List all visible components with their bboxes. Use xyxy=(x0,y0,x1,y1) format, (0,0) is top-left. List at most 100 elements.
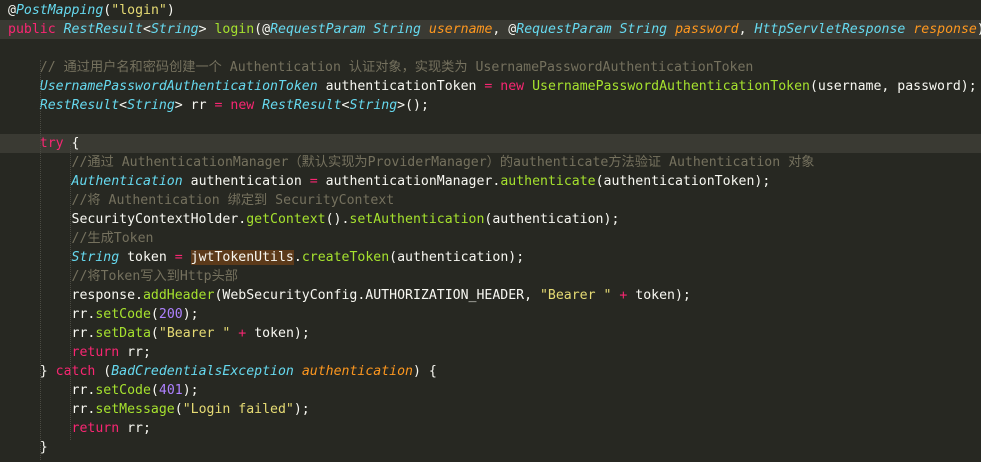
code-token: < xyxy=(119,98,128,113)
code-token: "Bearer " xyxy=(539,288,612,303)
code-token: ); xyxy=(293,402,310,417)
code-line[interactable]: //将Token写入到Http头部 xyxy=(0,267,981,286)
code-token: authentication xyxy=(301,364,413,379)
code-token: 401 xyxy=(158,383,183,398)
code-token: { xyxy=(71,136,80,151)
code-token: ( xyxy=(174,402,183,417)
code-token: ) { xyxy=(977,22,981,37)
code-line[interactable]: return rr; xyxy=(0,419,981,438)
code-token: SecurityContextHolder. xyxy=(8,212,247,227)
code-line[interactable]: rr.setMessage("Login failed"); xyxy=(0,400,981,419)
code-token: = xyxy=(309,174,318,189)
code-token: authenticate xyxy=(500,174,596,189)
code-token: return xyxy=(71,345,120,360)
code-token: rr; xyxy=(119,421,151,436)
code-line[interactable]: public RestResult<String> login(@Request… xyxy=(0,20,981,39)
code-token: < xyxy=(142,22,151,37)
code-editor[interactable]: @PostMapping("login") public RestResult<S… xyxy=(0,0,981,462)
code-line[interactable]: rr.setData("Bearer " + token); xyxy=(0,324,981,343)
code-token: authenticationToken xyxy=(317,79,485,94)
code-token: (authenticationToken); xyxy=(595,174,771,189)
code-line[interactable] xyxy=(0,115,981,134)
code-token: rr. xyxy=(8,326,96,341)
code-line[interactable]: Authentication authentication = authenti… xyxy=(0,172,981,191)
code-token: (username, password); xyxy=(809,79,977,94)
code-token: password xyxy=(675,22,739,37)
code-line[interactable]: } catch (BadCredentialsException authent… xyxy=(0,362,981,381)
code-token: setCode xyxy=(95,307,151,322)
code-line[interactable]: rr.setCode(200); xyxy=(0,305,981,324)
code-token: (WebSecurityConfig.AUTHORIZATION_HEADER, xyxy=(214,288,540,303)
code-token: (@ xyxy=(254,22,271,37)
code-token: public xyxy=(8,22,64,37)
code-token: . xyxy=(293,250,302,265)
code-token: rr. xyxy=(8,383,96,398)
code-token: token); xyxy=(246,326,310,341)
code-token: < xyxy=(341,98,350,113)
code-token: (). xyxy=(325,212,350,227)
code-token: ); xyxy=(182,383,199,398)
code-token: String xyxy=(150,22,199,37)
code-line[interactable]: try { xyxy=(0,134,981,153)
code-line[interactable]: UsernamePasswordAuthenticationToken auth… xyxy=(0,77,981,96)
code-token: ) xyxy=(166,3,175,18)
code-line[interactable]: } xyxy=(0,438,981,457)
code-token: new xyxy=(500,79,533,94)
code-token: Authentication xyxy=(71,174,183,189)
code-line[interactable]: //通过 AuthenticationManager（默认实现为Provider… xyxy=(0,153,981,172)
code-line[interactable]: @PostMapping("login") xyxy=(0,1,981,20)
code-token: , xyxy=(738,22,755,37)
code-token: //生成Token xyxy=(71,231,154,246)
code-token: setCode xyxy=(95,383,151,398)
code-token: BadCredentialsException xyxy=(111,364,294,379)
code-line[interactable]: //将 Authentication 绑定到 SecurityContext xyxy=(0,191,981,210)
code-token: ); xyxy=(182,307,199,322)
code-token: String xyxy=(619,22,668,37)
code-line[interactable]: SecurityContextHolder.getContext().setAu… xyxy=(0,210,981,229)
code-token: new xyxy=(230,98,263,113)
code-token: // 通过用户名和密码创建一个 Authentication 认证对象，实现类为… xyxy=(39,60,754,75)
code-token: ( xyxy=(150,383,159,398)
code-token: RestResult xyxy=(262,98,342,113)
code-token: UsernamePasswordAuthenticationToken xyxy=(532,79,810,94)
code-token: RequestParam xyxy=(516,22,612,37)
code-token: "Login failed" xyxy=(182,402,294,417)
code-token: token); xyxy=(627,288,691,303)
code-token: catch xyxy=(55,364,96,379)
code-line[interactable] xyxy=(0,39,981,58)
code-line[interactable]: return rr; xyxy=(0,343,981,362)
code-line[interactable]: //生成Token xyxy=(0,229,981,248)
code-token: 200 xyxy=(158,307,183,322)
code-token: String xyxy=(373,22,421,37)
code-line[interactable]: response.addHeader(WebSecurityConfig.AUT… xyxy=(0,286,981,305)
indent-guide xyxy=(40,60,42,460)
code-token: authenticationManager. xyxy=(317,174,501,189)
code-line[interactable]: // 通过用户名和密码创建一个 Authentication 认证对象，实现类为… xyxy=(0,58,981,77)
code-token: ) { xyxy=(412,364,437,379)
code-token: response. xyxy=(8,288,143,303)
code-line[interactable]: rr.setCode(401); xyxy=(0,381,981,400)
code-token: RequestParam xyxy=(270,22,366,37)
code-token: //将Token写入到Http头部 xyxy=(71,269,238,284)
code-token: authentication xyxy=(182,174,310,189)
code-token: setMessage xyxy=(95,402,175,417)
code-token: rr. xyxy=(8,402,96,417)
code-token: String xyxy=(127,98,175,113)
code-token: > rr xyxy=(174,98,215,113)
code-token: , @ xyxy=(492,22,517,37)
code-token: ( xyxy=(150,326,159,341)
code-line[interactable]: RestResult<String> rr = new RestResult<S… xyxy=(0,96,981,115)
code-token: addHeader xyxy=(142,288,215,303)
code-token: ( xyxy=(150,307,159,322)
code-token: username xyxy=(428,22,493,37)
code-token: rr. xyxy=(8,307,96,322)
code-token: UsernamePasswordAuthenticationToken xyxy=(39,79,318,94)
code-line[interactable]: String token = jwtTokenUtils.createToken… xyxy=(0,248,981,267)
